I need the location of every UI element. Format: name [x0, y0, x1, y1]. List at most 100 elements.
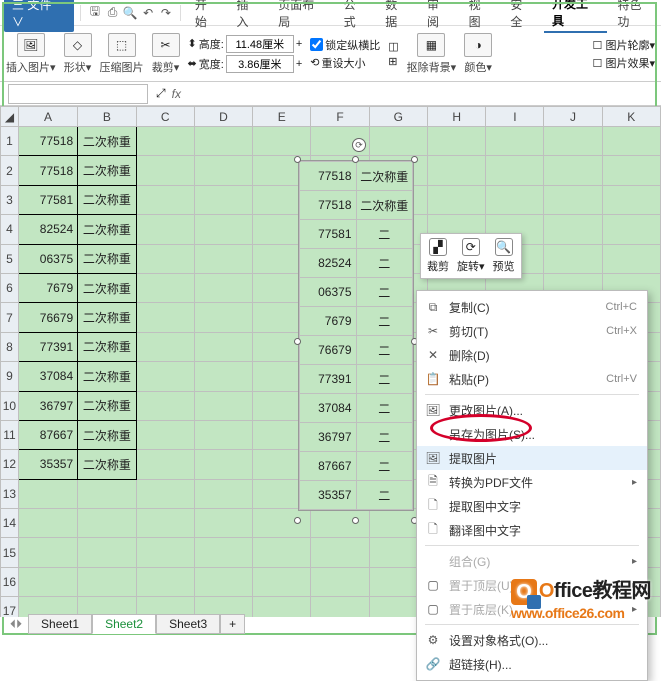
cell[interactable]: [544, 127, 602, 156]
cell[interactable]: [194, 538, 252, 567]
ctx-change-pic[interactable]: 🖼更改图片(A)...: [417, 398, 647, 422]
cell[interactable]: [136, 244, 194, 273]
row-header[interactable]: 13: [1, 479, 19, 508]
cell[interactable]: 二次称重: [78, 362, 136, 391]
cell[interactable]: [194, 479, 252, 508]
cell[interactable]: [253, 597, 311, 617]
cell[interactable]: 二次称重: [78, 215, 136, 244]
cell[interactable]: [78, 509, 136, 538]
col-k[interactable]: K: [602, 107, 660, 127]
cell[interactable]: [486, 185, 544, 214]
ctx-cut[interactable]: ✂剪切(T)Ctrl+X: [417, 319, 647, 343]
cell[interactable]: 87667: [18, 420, 77, 449]
cell[interactable]: 二次称重: [78, 244, 136, 273]
ctx-format-obj[interactable]: ⚙设置对象格式(O)...: [417, 628, 647, 652]
cell[interactable]: [78, 567, 136, 596]
cell[interactable]: [194, 509, 252, 538]
cell[interactable]: [78, 538, 136, 567]
row-header[interactable]: 7: [1, 303, 19, 332]
ctx-extract-pic[interactable]: 🖼提取图片: [417, 446, 647, 470]
mini-crop-button[interactable]: ▞裁剪: [427, 238, 449, 274]
cell[interactable]: 82524: [18, 215, 77, 244]
col-j[interactable]: J: [544, 107, 602, 127]
cell[interactable]: [253, 127, 311, 156]
ctx-copy[interactable]: ⧉复制(C)Ctrl+C: [417, 295, 647, 319]
row-header[interactable]: 4: [1, 215, 19, 244]
row-header[interactable]: 6: [1, 273, 19, 302]
cell[interactable]: [369, 127, 427, 156]
cell[interactable]: [602, 215, 660, 244]
cell[interactable]: [253, 538, 311, 567]
col-e[interactable]: E: [253, 107, 311, 127]
ctx-translate-text[interactable]: 🗋翻译图中文字: [417, 518, 647, 542]
cell[interactable]: [136, 215, 194, 244]
ctx-paste[interactable]: 📋粘贴(P)Ctrl+V: [417, 367, 647, 391]
cell[interactable]: [136, 391, 194, 420]
cell[interactable]: [311, 509, 369, 538]
cell[interactable]: [428, 185, 486, 214]
row-header[interactable]: 3: [1, 185, 19, 214]
cell[interactable]: [311, 597, 369, 617]
col-b[interactable]: B: [78, 107, 136, 127]
cell[interactable]: 77391: [18, 332, 77, 361]
ctx-to-pdf[interactable]: 🗎转换为PDF文件▸: [417, 470, 647, 494]
cell[interactable]: [253, 567, 311, 596]
col-h[interactable]: H: [428, 107, 486, 127]
row-header[interactable]: 9: [1, 362, 19, 391]
row-header[interactable]: 11: [1, 420, 19, 449]
row-header[interactable]: 15: [1, 538, 19, 567]
cell[interactable]: 36797: [18, 391, 77, 420]
cell[interactable]: [311, 538, 369, 567]
cell[interactable]: [311, 567, 369, 596]
cell[interactable]: [194, 273, 252, 302]
ctx-delete[interactable]: ✕删除(D): [417, 343, 647, 367]
cell[interactable]: 77518: [18, 156, 77, 185]
cell[interactable]: [602, 127, 660, 156]
row-header[interactable]: 8: [1, 332, 19, 361]
cell[interactable]: 二次称重: [78, 185, 136, 214]
cell[interactable]: [486, 156, 544, 185]
cell[interactable]: [194, 215, 252, 244]
sheet-tab-1[interactable]: Sheet1: [28, 614, 92, 634]
cell[interactable]: [136, 362, 194, 391]
cell[interactable]: [136, 509, 194, 538]
cell[interactable]: 二次称重: [78, 420, 136, 449]
mini-preview-button[interactable]: 🔍预览: [493, 238, 515, 274]
col-g[interactable]: G: [369, 107, 427, 127]
cell[interactable]: [136, 156, 194, 185]
row-header[interactable]: 12: [1, 450, 19, 479]
rotate-handle[interactable]: ⟳: [352, 138, 366, 152]
row-header[interactable]: 5: [1, 244, 19, 273]
cell[interactable]: [136, 420, 194, 449]
cell[interactable]: [194, 156, 252, 185]
col-a[interactable]: A: [18, 107, 77, 127]
ctx-save-as-pic[interactable]: 另存为图片(S)...: [417, 422, 647, 446]
cell[interactable]: [428, 156, 486, 185]
cell[interactable]: 二次称重: [78, 127, 136, 156]
cell[interactable]: [18, 479, 77, 508]
sheet-nav-icon[interactable]: ⏴⏵: [4, 617, 28, 632]
row-header[interactable]: 14: [1, 509, 19, 538]
cell[interactable]: [602, 156, 660, 185]
cell[interactable]: [544, 215, 602, 244]
cell[interactable]: [544, 244, 602, 273]
cell[interactable]: [194, 244, 252, 273]
pasted-image[interactable]: 77518二次称重77518二次称重77581二82524二06375二7679…: [298, 160, 414, 511]
cell[interactable]: 二次称重: [78, 273, 136, 302]
cell[interactable]: [544, 185, 602, 214]
row-header[interactable]: 16: [1, 567, 19, 596]
col-f[interactable]: F: [311, 107, 369, 127]
cell[interactable]: [194, 567, 252, 596]
cell[interactable]: 二次称重: [78, 332, 136, 361]
cell[interactable]: 37084: [18, 362, 77, 391]
cell[interactable]: 76679: [18, 303, 77, 332]
sheet-tab-2[interactable]: Sheet2: [92, 614, 156, 634]
cell[interactable]: 二次称重: [78, 303, 136, 332]
cell[interactable]: [136, 538, 194, 567]
cell[interactable]: [136, 273, 194, 302]
cell[interactable]: [136, 479, 194, 508]
select-all[interactable]: ◢: [1, 107, 19, 127]
cell[interactable]: 二次称重: [78, 156, 136, 185]
cell[interactable]: [602, 185, 660, 214]
cell[interactable]: [253, 509, 311, 538]
